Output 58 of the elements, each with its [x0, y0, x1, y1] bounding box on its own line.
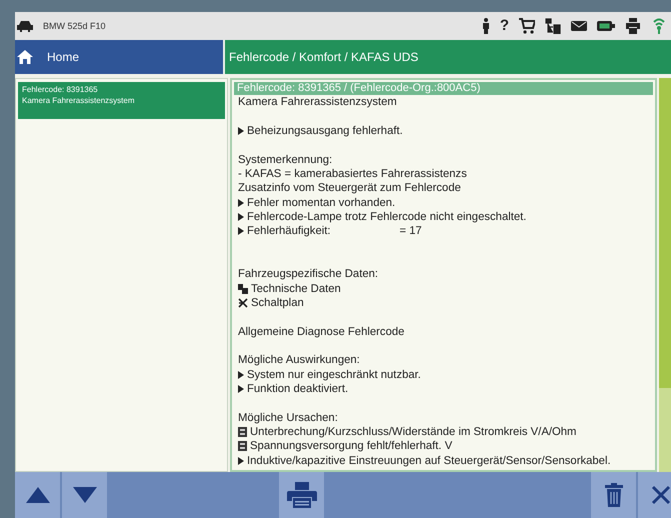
detail-text: Fehlercode-Lampe trotz Fehlercode nicht eingeschaltet.: [247, 210, 526, 223]
detail-text: Allgemeine Diagnose Fehlercode: [238, 326, 404, 338]
measure-icon: [238, 427, 247, 438]
document-icon: [238, 284, 248, 294]
home-button[interactable]: Home: [15, 40, 225, 74]
print-button[interactable]: [279, 472, 324, 518]
detail-link[interactable]: Technische Daten: [251, 282, 341, 295]
close-button[interactable]: [638, 472, 671, 518]
detail-value: = 17: [400, 225, 422, 238]
bullet-icon: [238, 370, 244, 379]
battery-icon[interactable]: [597, 20, 615, 32]
detail-text: Fahrzeugspezifische Daten:: [238, 268, 378, 280]
detail-link[interactable]: Spannungsversorgung fehlt/fehlerhaft. V: [250, 440, 452, 452]
bullet-icon: [238, 227, 244, 236]
person-icon[interactable]: [482, 18, 490, 34]
breadcrumb: Fehlercode / Komfort / KAFAS UDS: [225, 40, 671, 74]
close-icon: [651, 485, 671, 505]
wiring-icon: [238, 298, 248, 308]
network-icon[interactable]: [545, 18, 561, 34]
detail-text: Mögliche Ursachen:: [238, 412, 338, 424]
bullet-icon: [238, 385, 244, 394]
detail-text: Zusatzinfo vom Steuergerät zum Fehlercode: [238, 182, 461, 194]
up-triangle-icon: [26, 487, 50, 503]
detail-text: Induktive/kapazitive Einstreuungen auf Steuergerät/Sensor/Sensorkabel.: [247, 454, 611, 467]
home-icon: [17, 49, 33, 65]
scroll-thumb[interactable]: [659, 78, 671, 388]
detail-text: Funktion deaktiviert.: [247, 383, 348, 396]
printer-icon[interactable]: [625, 18, 641, 34]
printer-icon: [286, 482, 316, 508]
scroll-down-button[interactable]: [62, 472, 107, 518]
detail-text: Systemerkennung:: [238, 154, 332, 166]
detail-text: Mögliche Auswirkungen:: [238, 354, 360, 366]
bullet-icon: [238, 212, 244, 221]
bullet-icon: [238, 456, 244, 465]
vehicle-name: BMW 525d F10: [43, 21, 106, 31]
envelope-icon[interactable]: [571, 20, 587, 32]
connection-icon[interactable]: [651, 18, 667, 34]
detail-text: Kamera Fahrerassistenzsystem: [238, 96, 397, 108]
scroll-up-button[interactable]: [15, 472, 60, 518]
bullet-icon: [238, 126, 244, 135]
down-triangle-icon: [72, 487, 96, 503]
detail-text: Fehler momentan vorhanden.: [247, 196, 396, 209]
detail-link[interactable]: Unterbrechung/Kurzschluss/Widerstände im Stromkreis V/A/Ohm: [250, 426, 576, 438]
fault-list-item[interactable]: Fehlercode: 8391365 Kamera Fahrerassistenzsystem: [18, 82, 225, 119]
cart-icon[interactable]: [519, 18, 535, 34]
detail-text: Beheizungsausgang fehlerhaft.: [247, 124, 403, 137]
detail-link[interactable]: Schaltplan: [251, 296, 304, 309]
help-button[interactable]: ?: [500, 18, 509, 34]
scrollbar[interactable]: [659, 78, 671, 472]
detail-text: Fehlerhäufigkeit:: [247, 225, 331, 238]
bullet-icon: [238, 198, 244, 207]
detail-header: Fehlercode: 8391365 / (Fehlercode-Org.:800AC5): [234, 82, 653, 95]
measure-icon: [238, 441, 247, 452]
delete-button[interactable]: [591, 472, 636, 518]
car-icon: [17, 20, 33, 32]
detail-text: System nur eingeschränkt nutzbar.: [247, 368, 421, 381]
trash-icon: [604, 483, 622, 507]
detail-text: - KAFAS = kamerabasiertes Fahrerassistenzs: [238, 168, 467, 180]
